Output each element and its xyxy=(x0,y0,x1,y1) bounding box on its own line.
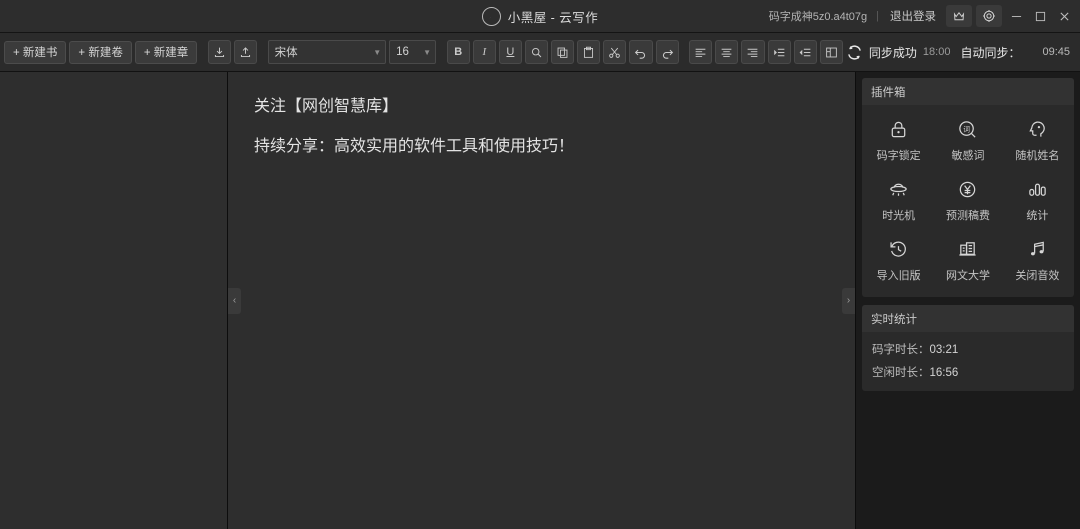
plugin-box-title: 插件箱 xyxy=(862,78,1074,105)
bold-button[interactable]: B xyxy=(446,40,470,64)
new-chapter-button[interactable]: + 新建章 xyxy=(134,40,198,64)
scissors-icon[interactable] xyxy=(603,40,627,64)
realtime-stats-card: 实时统计 码字时长：03:21 空闲时长：16:56 xyxy=(862,305,1074,391)
plugin-item-statistics[interactable]: 统计 xyxy=(1003,169,1072,229)
chevron-down-icon: ▼ xyxy=(373,47,382,57)
plugin-grid: 码字锁定 词 敏感词 随机姓名 时光机 预测稿费 统计 导入旧版 网文大学 关闭… xyxy=(862,105,1074,297)
font-size-select[interactable]: 16 ▼ xyxy=(389,40,437,64)
right-sidebar-filler xyxy=(862,399,1074,523)
idle-duration-label: 空闲时长： xyxy=(872,367,930,379)
chapter-tree-panel[interactable] xyxy=(0,72,228,529)
title-separator: | xyxy=(876,10,879,22)
layout-icon[interactable] xyxy=(819,40,843,64)
realtime-stats-title: 实时统计 xyxy=(862,305,1074,332)
chevron-right-icon[interactable]: › xyxy=(842,287,855,314)
crown-icon[interactable] xyxy=(946,5,972,27)
plugin-item-royalty-forecast[interactable]: 预测稿费 xyxy=(933,169,1002,229)
indent-decrease-icon[interactable] xyxy=(793,40,817,64)
plugin-label: 统计 xyxy=(1026,210,1049,222)
plugin-label: 时光机 xyxy=(882,210,916,222)
chevron-down-icon: ▼ xyxy=(423,47,432,57)
writing-duration-value: 03:21 xyxy=(929,344,959,356)
redo-icon[interactable] xyxy=(655,40,679,64)
realtime-stats-body: 码字时长：03:21 空闲时长：16:56 xyxy=(862,332,1074,391)
gear-icon[interactable] xyxy=(976,5,1002,27)
underline-button[interactable]: U xyxy=(498,40,522,64)
head-icon xyxy=(1027,116,1048,142)
chevron-left-icon[interactable]: ‹ xyxy=(228,287,241,314)
font-family-select[interactable]: 宋体 ▼ xyxy=(267,40,387,64)
close-icon[interactable] xyxy=(1052,0,1076,33)
italic-button[interactable]: I xyxy=(472,40,496,64)
sync-status-label: 同步成功 xyxy=(868,45,917,60)
editor-document[interactable]: 关注【网创智慧库】 持续分享：高效实用的软件工具和使用技巧！ xyxy=(228,72,855,196)
plugin-label: 导入旧版 xyxy=(876,270,921,282)
sync-status-area: 同步成功 18:00 自动同步： 09:45 xyxy=(846,44,1076,61)
undo-icon[interactable] xyxy=(629,40,653,64)
lock-icon xyxy=(888,116,909,142)
logout-button[interactable]: 退出登录 xyxy=(882,8,944,24)
writing-duration-label: 码字时长： xyxy=(872,344,930,356)
plugin-item-web-novel-university[interactable]: 网文大学 xyxy=(933,229,1002,289)
font-family-value: 宋体 xyxy=(274,47,298,59)
plugin-label: 预测稿费 xyxy=(945,210,990,222)
main-body: ‹ 关注【网创智慧库】 持续分享：高效实用的软件工具和使用技巧！ › 插件箱 码… xyxy=(0,72,1080,529)
underline-label: U xyxy=(506,46,515,58)
copy-icon[interactable] xyxy=(551,40,575,64)
plugin-label: 敏感词 xyxy=(951,150,985,162)
italic-label: I xyxy=(482,46,487,58)
auto-sync-label: 自动同步： xyxy=(960,45,1021,60)
plugin-item-sensitive-words[interactable]: 词 敏感词 xyxy=(933,109,1002,169)
font-size-value: 16 xyxy=(396,46,409,58)
editor-panel: ‹ 关注【网创智慧库】 持续分享：高效实用的软件工具和使用技巧！ › xyxy=(228,72,856,529)
align-right-icon[interactable] xyxy=(741,40,765,64)
indent-increase-icon[interactable] xyxy=(767,40,791,64)
right-sidebar: 插件箱 码字锁定 词 敏感词 随机姓名 时光机 预测稿费 统计 导入旧版 网文大… xyxy=(856,72,1080,529)
import-icon[interactable] xyxy=(207,40,231,64)
ufo-icon xyxy=(888,176,909,202)
word-circle-icon: 词 xyxy=(957,116,978,142)
idle-duration-value: 16:56 xyxy=(929,367,959,379)
plugin-item-mute-sound[interactable]: 关闭音效 xyxy=(1003,229,1072,289)
plugin-item-lock[interactable]: 码字锁定 xyxy=(864,109,933,169)
bar-chart-icon xyxy=(1027,176,1048,202)
idle-duration-row: 空闲时长：16:56 xyxy=(872,364,1064,380)
new-volume-button[interactable]: + 新建卷 xyxy=(69,40,132,64)
align-center-icon[interactable] xyxy=(715,40,739,64)
yen-circle-icon xyxy=(957,176,978,202)
auto-sync-time: 09:45 xyxy=(1042,46,1070,58)
writing-duration-row: 码字时长：03:21 xyxy=(872,341,1064,357)
compass-icon xyxy=(481,6,501,26)
editor-line: 关注【网创智慧库】 xyxy=(254,96,399,115)
plugin-item-import-legacy[interactable]: 导入旧版 xyxy=(864,229,933,289)
main-toolbar: + 新建书 + 新建卷 + 新建章 宋体 ▼ 16 ▼ B I U 同步成功 1… xyxy=(0,33,1080,72)
history-icon xyxy=(888,236,909,262)
refresh-icon[interactable] xyxy=(846,44,863,61)
svg-text:词: 词 xyxy=(964,125,971,133)
maximize-icon[interactable] xyxy=(1028,0,1052,33)
plugin-label: 随机姓名 xyxy=(1015,150,1060,162)
search-icon[interactable] xyxy=(524,40,549,64)
plugin-box-card: 插件箱 码字锁定 词 敏感词 随机姓名 时光机 预测稿费 统计 导入旧版 网文大… xyxy=(862,78,1074,297)
user-name[interactable]: 码字成神5z0.a4t07g xyxy=(763,8,873,24)
bold-label: B xyxy=(454,46,463,58)
export-icon[interactable] xyxy=(233,40,258,64)
align-left-icon[interactable] xyxy=(689,40,713,64)
paste-icon[interactable] xyxy=(577,40,601,64)
app-title: 小黑屋 - 云写作 xyxy=(507,10,599,25)
title-bar-right: 码字成神5z0.a4t07g | 退出登录 xyxy=(763,0,1080,32)
plugin-item-random-name[interactable]: 随机姓名 xyxy=(1003,109,1072,169)
editor-line: 持续分享：高效实用的软件工具和使用技巧！ xyxy=(254,136,575,155)
title-bar: 小黑屋 - 云写作 码字成神5z0.a4t07g | 退出登录 xyxy=(0,0,1080,33)
building-icon xyxy=(957,236,978,262)
music-note-icon xyxy=(1027,236,1048,262)
sync-status-time: 18:00 xyxy=(922,46,951,58)
plugin-label: 关闭音效 xyxy=(1015,270,1060,282)
minimize-icon[interactable] xyxy=(1004,0,1028,33)
plugin-item-time-machine[interactable]: 时光机 xyxy=(864,169,933,229)
new-book-button[interactable]: + 新建书 xyxy=(4,40,67,64)
app-window: 小黑屋 - 云写作 码字成神5z0.a4t07g | 退出登录 + 新建书 + … xyxy=(0,0,1080,529)
plugin-label: 码字锁定 xyxy=(876,150,921,162)
plugin-label: 网文大学 xyxy=(945,270,990,282)
